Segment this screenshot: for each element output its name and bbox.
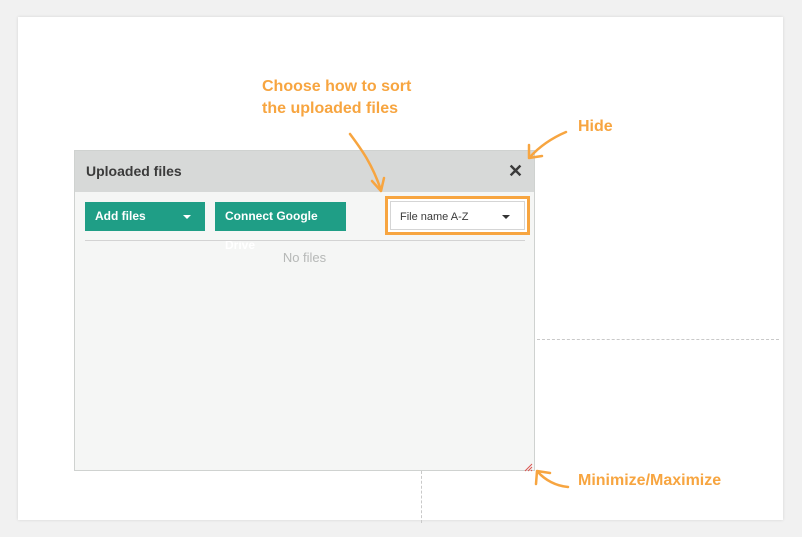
sort-annotation: Choose how to sort the uploaded files [262,76,411,120]
dashed-guide-horizontal [537,339,779,340]
connect-google-drive-button[interactable]: Connect Google Drive [215,202,346,252]
sort-annotation-line2: the uploaded files [262,100,399,117]
empty-state-text: No files [282,250,327,265]
connect-drive-label: Connect Google Drive [225,209,318,252]
hide-annotation: Hide [578,118,613,135]
minmax-annotation: Minimize/Maximize [578,472,722,489]
close-icon[interactable]: ✕ [508,160,523,182]
divider [85,240,525,241]
sort-highlight-box: File name A-Z [385,196,530,235]
chevron-down-icon [502,215,510,219]
uploaded-files-panel: Uploaded files ✕ Add files Connect Googl… [74,150,535,472]
sort-selected-value: File name A-Z [400,211,469,223]
chevron-down-icon [183,215,191,219]
sort-select[interactable]: File name A-Z [390,201,525,230]
dashed-guide-vertical [421,471,422,523]
add-files-label: Add files [95,209,146,223]
panel-title: Uploaded files [86,163,182,179]
add-files-button[interactable]: Add files [85,202,205,231]
panel-header: Uploaded files ✕ [75,151,534,192]
resize-handle-icon[interactable] [523,459,533,472]
sort-annotation-line1: Choose how to sort [262,78,412,95]
